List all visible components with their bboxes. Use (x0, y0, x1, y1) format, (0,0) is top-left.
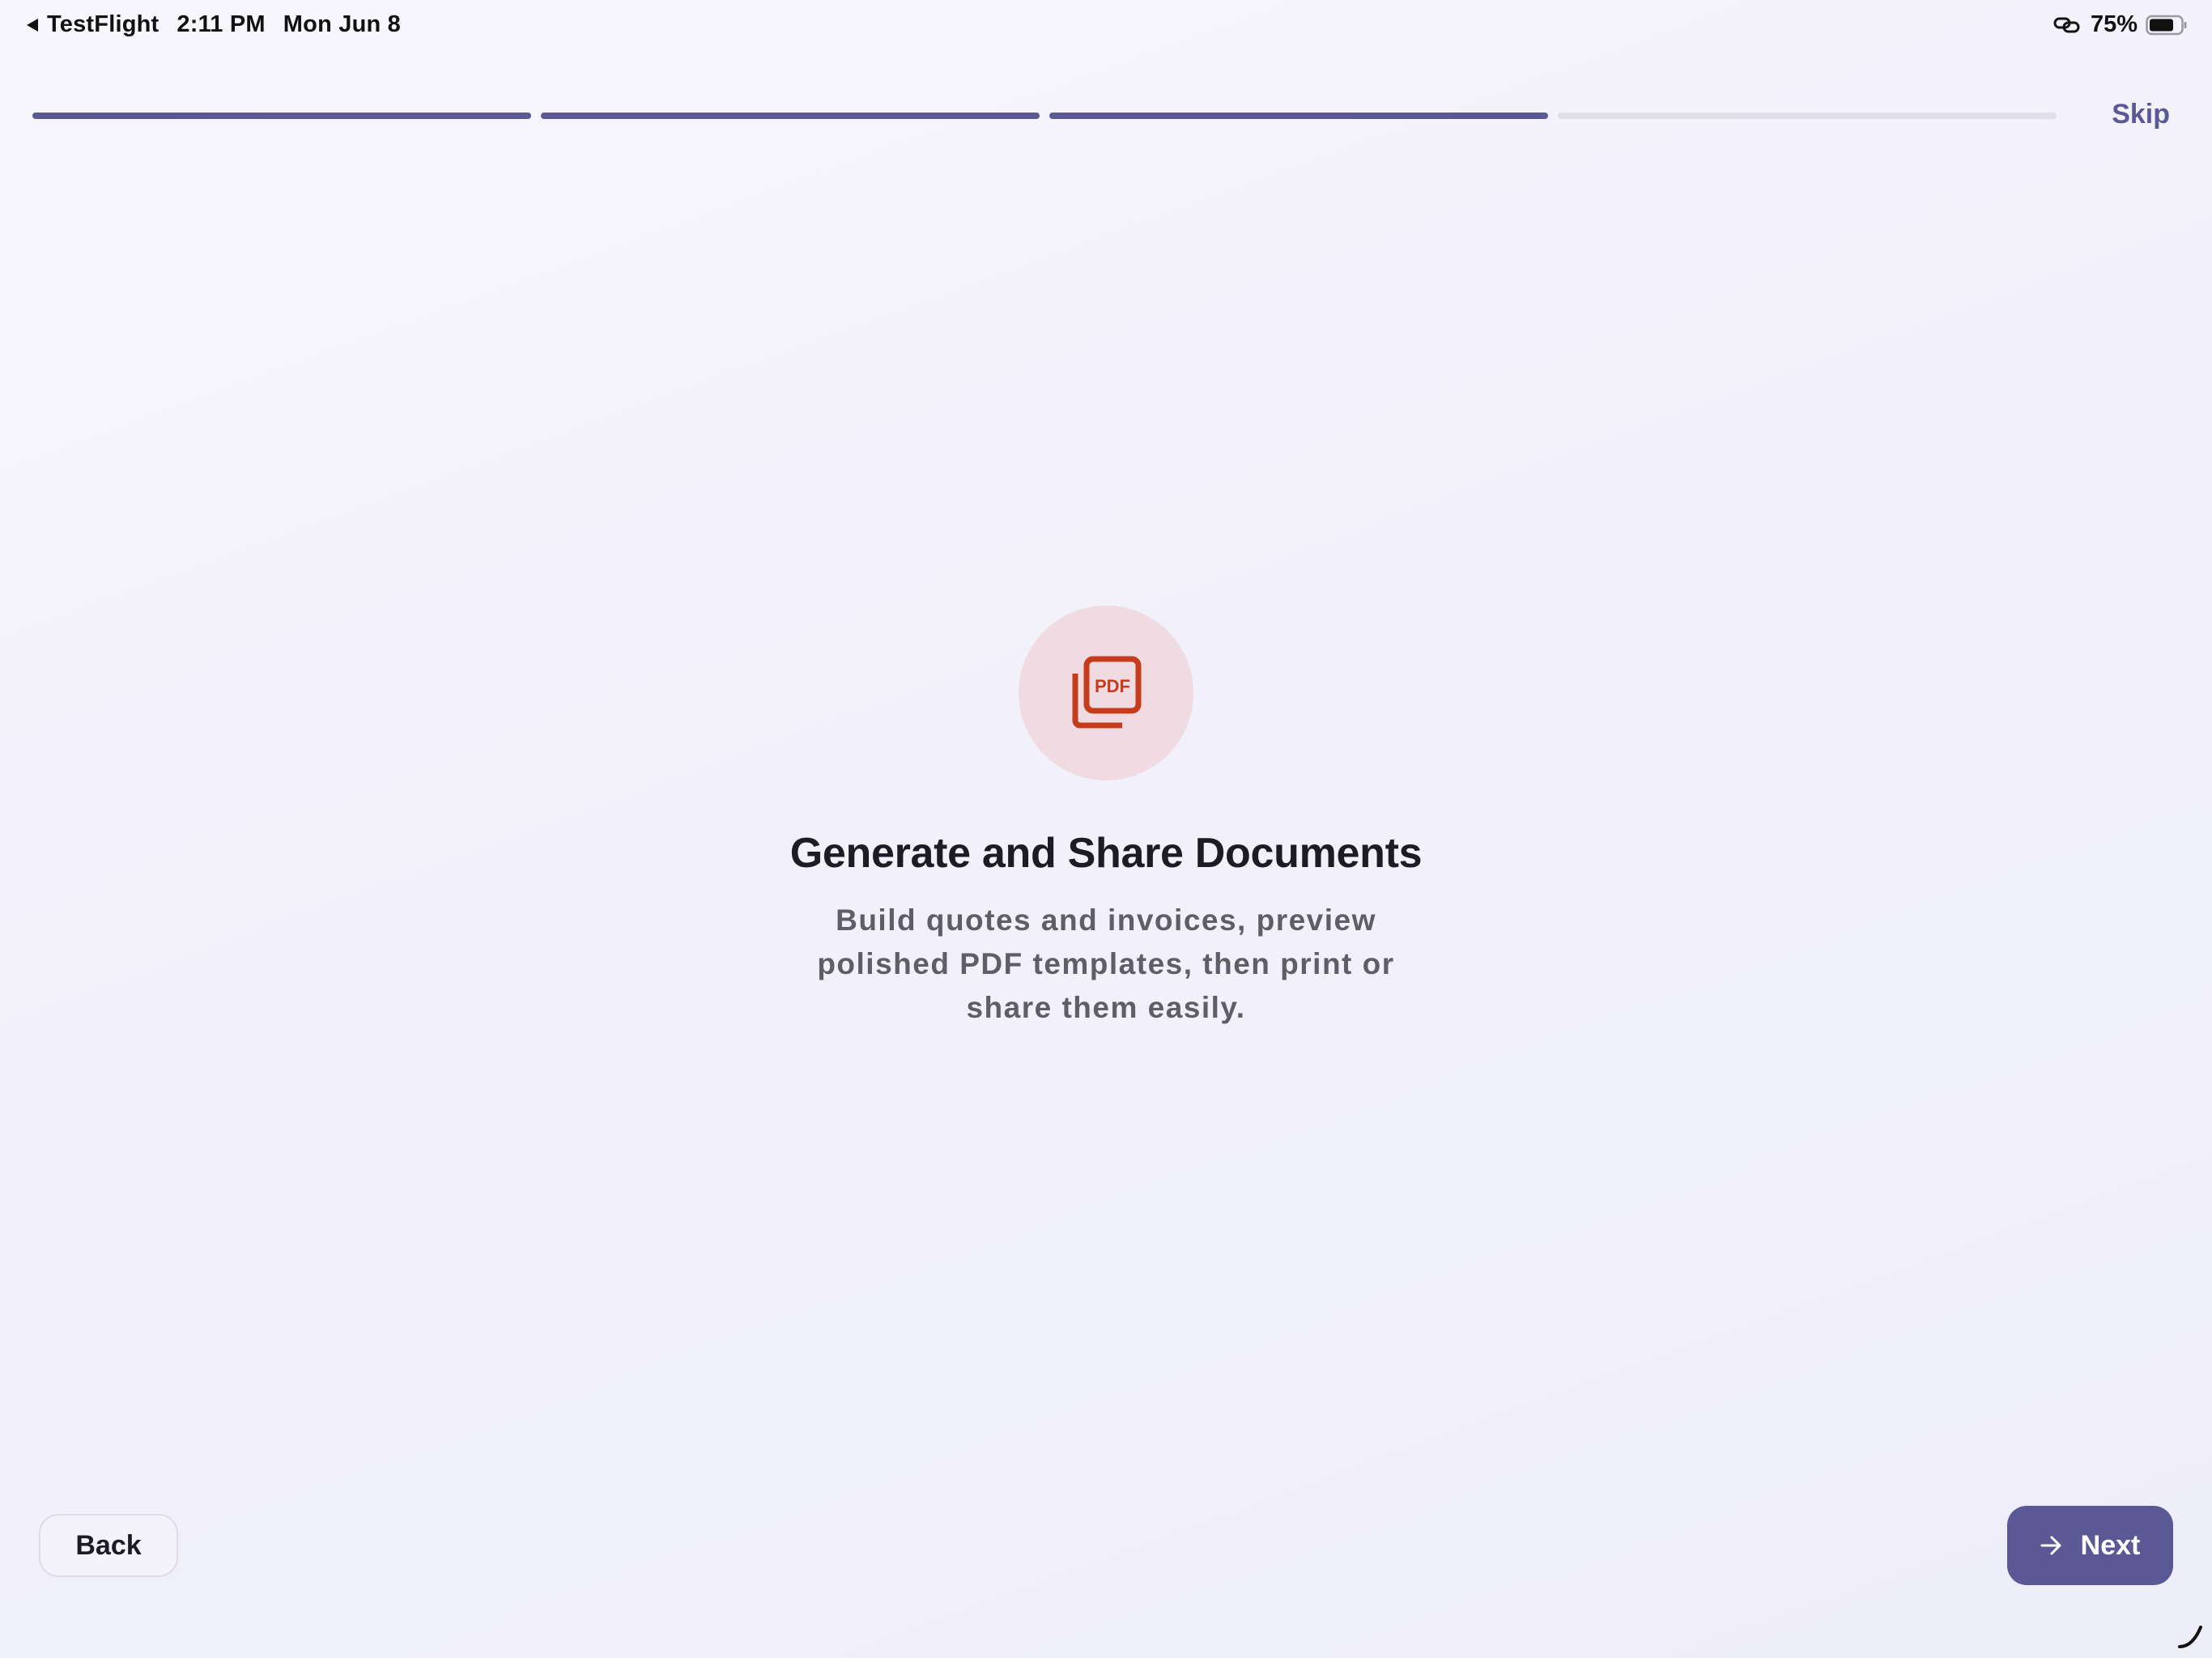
status-bar: TestFlight 2:11 PM Mon Jun 8 75% (0, 0, 2212, 52)
svg-text:PDF: PDF (1095, 676, 1130, 696)
page-description: Build quotes and invoices, preview polis… (817, 903, 1395, 1024)
arrow-right-icon (2040, 1535, 2063, 1556)
back-app-label[interactable]: TestFlight (47, 11, 159, 38)
back-button[interactable]: Back (39, 1514, 178, 1577)
progress-segment-1 (32, 113, 531, 119)
status-date: Mon Jun 8 (283, 11, 401, 37)
status-right: 75% (2053, 11, 2188, 38)
back-to-app-link[interactable]: TestFlight (24, 11, 159, 38)
skip-button[interactable]: Skip (2112, 99, 2170, 130)
progress-segment-3 (1049, 113, 1548, 119)
pdf-document-icon: PDF (1072, 656, 1142, 729)
corner-indicator-icon (2178, 1626, 2202, 1648)
back-button-label: Back (75, 1529, 142, 1561)
page-title: Generate and Share Documents (789, 830, 1423, 877)
link-icon (2053, 17, 2080, 32)
progress-segment-4 (1558, 113, 2057, 119)
status-time: 2:11 PM (177, 11, 266, 37)
progress-segment-2 (541, 113, 1040, 119)
back-triangle-icon (27, 18, 38, 32)
battery-icon (2146, 15, 2187, 35)
onboarding-progress (32, 113, 2057, 119)
next-button-label: Next (2080, 1529, 2141, 1561)
onboarding-content: PDF Generate and Share Documents Build q… (0, 606, 2212, 1030)
next-button[interactable]: Next (2007, 1506, 2173, 1585)
battery-percent: 75% (2090, 11, 2138, 37)
feature-icon-circle: PDF (1019, 606, 1193, 780)
status-left: TestFlight 2:11 PM Mon Jun 8 (24, 11, 401, 38)
